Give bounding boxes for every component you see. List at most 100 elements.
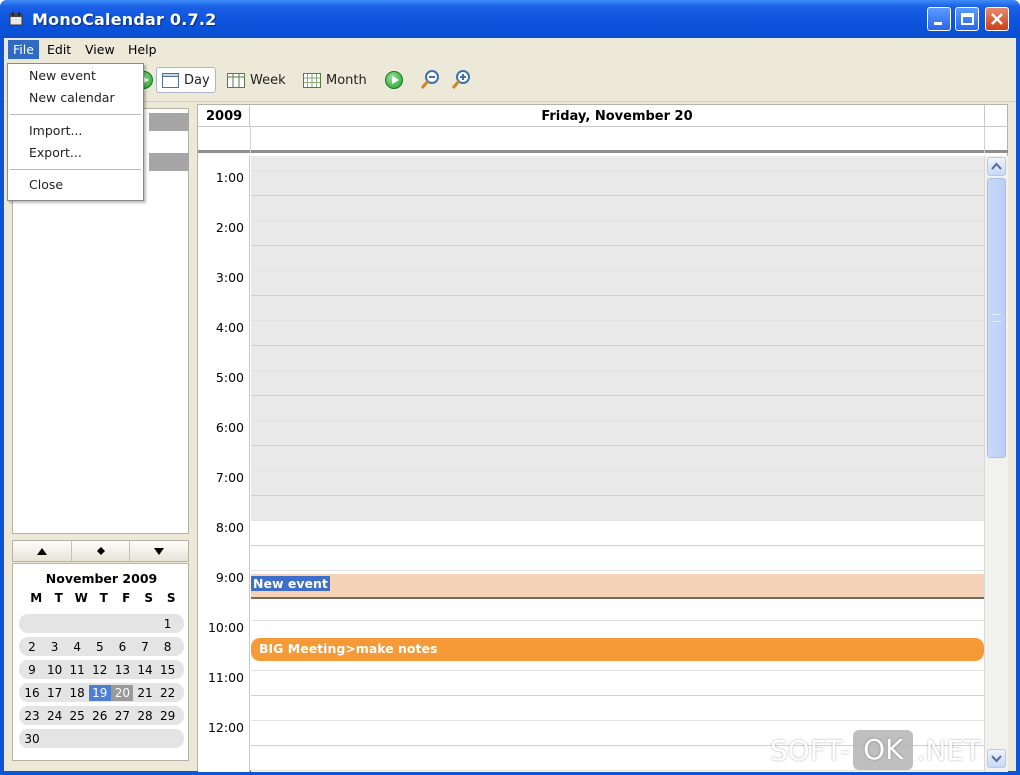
minical-day[interactable]: 24 — [44, 708, 66, 724]
menu-new-calendar[interactable]: New calendar — [8, 88, 143, 108]
minical-day[interactable]: 27 — [111, 708, 133, 724]
weekday-label: W — [74, 591, 88, 605]
chevron-down-icon — [991, 755, 1002, 763]
time-slot[interactable] — [251, 396, 984, 421]
minical-day[interactable]: 28 — [134, 708, 156, 724]
menu-import[interactable]: Import... — [8, 121, 143, 141]
event-new-event[interactable]: New event — [251, 573, 984, 597]
hour-label: 8:00 — [215, 520, 244, 535]
time-slot[interactable] — [251, 156, 984, 171]
maximize-button[interactable] — [955, 7, 979, 31]
next-month-button[interactable] — [130, 541, 189, 561]
menu-close[interactable]: Close — [8, 175, 143, 195]
scroll-up-button[interactable] — [987, 157, 1006, 176]
minical-day[interactable]: 30 — [21, 731, 43, 747]
time-slot[interactable] — [251, 196, 984, 221]
time-slot[interactable] — [251, 346, 984, 371]
minical-day[interactable]: 25 — [66, 708, 88, 724]
minical-day[interactable]: 9 — [21, 662, 43, 678]
title-bar[interactable]: MonoCalendar 0.7.2 — [0, 0, 1020, 38]
minical-day[interactable]: 1 — [157, 616, 179, 632]
zoom-out-button[interactable] — [414, 67, 446, 93]
weekday-label: T — [54, 591, 63, 605]
menu-file[interactable]: File — [8, 40, 39, 59]
time-slot[interactable] — [251, 171, 984, 196]
time-slot[interactable] — [251, 696, 984, 721]
weekday-label: S — [166, 591, 176, 605]
prev-month-button[interactable] — [13, 541, 72, 561]
scroll-thumb[interactable] — [987, 178, 1006, 458]
week-view-button[interactable]: Week — [222, 67, 291, 93]
month-view-button[interactable]: Month — [298, 67, 372, 93]
menu-help[interactable]: Help — [123, 40, 162, 59]
minical-day[interactable]: 10 — [44, 662, 66, 678]
time-slot[interactable] — [251, 471, 984, 496]
watermark-right: .NET — [916, 733, 982, 767]
minical-day[interactable]: 13 — [111, 662, 133, 678]
time-gutter: 1:00 2:00 3:00 4:00 5:00 6:00 7:00 8:00 9:00 10:0… — [198, 156, 250, 772]
file-menu-dropdown: New event New calendar Import... Export.… — [7, 63, 144, 201]
mini-calendar: November 2009 MTWTFSS 1 2 3 4 5 6 7 8 9 10 11 12 13 1… — [12, 563, 189, 761]
go-button[interactable] — [380, 67, 408, 93]
down-arrow-icon — [154, 547, 165, 555]
time-slot[interactable] — [251, 296, 984, 321]
time-slot[interactable] — [251, 221, 984, 246]
left-pane: November 2009 MTWTFSS 1 2 3 4 5 6 7 8 9 10 11 12 13 1… — [4, 104, 192, 771]
minical-day[interactable]: 17 — [44, 685, 66, 701]
time-slot[interactable] — [251, 421, 984, 446]
minical-day[interactable]: 3 — [44, 639, 66, 655]
minical-day[interactable]: 6 — [111, 639, 133, 655]
minical-day[interactable]: 21 — [134, 685, 156, 701]
close-button[interactable] — [985, 7, 1009, 31]
day-column[interactable]: New event BIG Meeting>make notes — [251, 156, 984, 772]
minical-day[interactable]: 5 — [89, 639, 111, 655]
minical-day[interactable]: 23 — [21, 708, 43, 724]
diamond-icon — [96, 547, 105, 555]
all-day-row[interactable] — [198, 127, 1008, 153]
time-slot[interactable] — [251, 521, 984, 546]
time-slot[interactable] — [251, 371, 984, 396]
minical-weekday-header: MTWTFSS — [25, 591, 185, 605]
minical-day[interactable]: 19 — [88, 685, 111, 701]
hours-area: 1:00 2:00 3:00 4:00 5:00 6:00 7:00 8:00 9:00 10:0… — [198, 156, 984, 772]
day-view-button[interactable]: Day — [156, 67, 216, 93]
minical-day[interactable]: 7 — [134, 639, 156, 655]
time-slot[interactable] — [251, 771, 984, 772]
minical-day[interactable]: 18 — [66, 685, 88, 701]
window-client-area: File Edit View Help Day Week Month Novem… — [4, 38, 1016, 772]
time-slot[interactable] — [251, 446, 984, 471]
scroll-down-button[interactable] — [987, 749, 1006, 768]
time-slot[interactable] — [251, 271, 984, 296]
event-big-meeting[interactable]: BIG Meeting>make notes — [251, 637, 984, 661]
menu-edit[interactable]: Edit — [42, 40, 76, 59]
minical-day[interactable]: 20 — [111, 685, 134, 701]
zoom-in-button[interactable] — [445, 67, 477, 93]
time-slot[interactable] — [251, 321, 984, 346]
minical-day[interactable]: 22 — [157, 685, 179, 701]
day-view-label: Day — [184, 72, 210, 88]
minical-day[interactable]: 29 — [157, 708, 179, 724]
time-slot[interactable] — [251, 671, 984, 696]
minimize-button[interactable] — [927, 7, 951, 31]
menu-view[interactable]: View — [80, 40, 120, 59]
today-nav-button[interactable] — [71, 541, 131, 561]
time-slot[interactable] — [251, 546, 984, 571]
menu-export[interactable]: Export... — [8, 143, 143, 163]
minical-day[interactable]: 14 — [134, 662, 156, 678]
minical-day[interactable]: 26 — [89, 708, 111, 724]
minical-day[interactable]: 2 — [21, 639, 43, 655]
minical-day[interactable]: 11 — [66, 662, 88, 678]
minical-day[interactable]: 4 — [66, 639, 88, 655]
vertical-scrollbar[interactable] — [984, 156, 1008, 772]
time-slot[interactable] — [251, 596, 984, 621]
weekday-label: S — [144, 591, 154, 605]
year-label: 2009 — [198, 105, 250, 127]
minical-day[interactable]: 8 — [157, 639, 179, 655]
minical-day[interactable]: 12 — [89, 662, 111, 678]
event-title: New event — [251, 575, 330, 591]
time-slot[interactable] — [251, 246, 984, 271]
menu-new-event[interactable]: New event — [8, 66, 143, 86]
minical-day[interactable]: 16 — [21, 685, 43, 701]
time-slot[interactable] — [251, 496, 984, 521]
minical-day[interactable]: 15 — [157, 662, 179, 678]
